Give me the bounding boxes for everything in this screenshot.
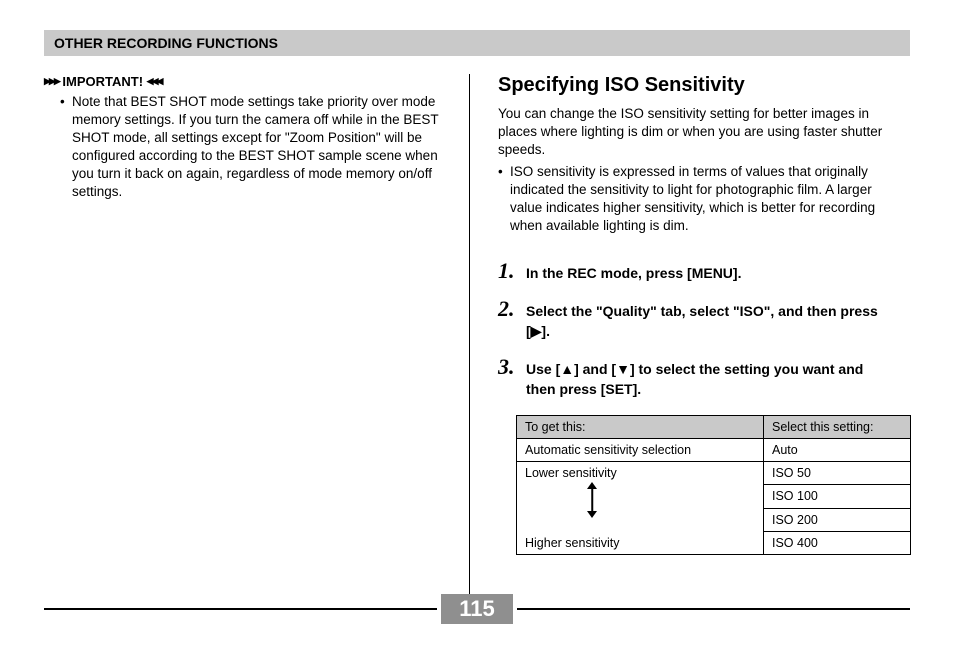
- manual-page: OTHER RECORDING FUNCTIONS ▶▶▶ IMPORTANT!…: [0, 0, 954, 646]
- table-cell-iso: ISO 200: [764, 508, 911, 531]
- section-header-text: OTHER RECORDING FUNCTIONS: [54, 35, 278, 51]
- step-item: 3. Use [▲] and [▼] to select the setting…: [498, 357, 895, 399]
- higher-sensitivity-label: Higher sensitivity: [525, 536, 619, 550]
- iso-bullet: • ISO sensitivity is expressed in terms …: [498, 163, 895, 235]
- step-item: 1. In the REC mode, press [MENU].: [498, 261, 895, 283]
- iso-heading: Specifying ISO Sensitivity: [498, 74, 895, 97]
- iso-table: To get this: Select this setting: Automa…: [516, 415, 911, 555]
- step-text: Select the "Quality" tab, select "ISO", …: [526, 299, 895, 341]
- table-header-left: To get this:: [517, 416, 764, 439]
- bullet-dot-icon: •: [60, 93, 72, 201]
- table-cell-sensitivity-range: Lower sensitivity Higher sensitivity: [517, 462, 764, 555]
- step-text: In the REC mode, press [MENU].: [526, 261, 895, 283]
- important-heading: ▶▶▶ IMPORTANT! ◀◀◀: [44, 74, 449, 89]
- page-number-badge: 115: [441, 594, 513, 624]
- lower-sensitivity-label: Lower sensitivity: [525, 466, 617, 480]
- triangle-left-icon: ◀◀◀: [147, 77, 162, 86]
- steps-list: 1. In the REC mode, press [MENU]. 2. Sel…: [498, 261, 895, 399]
- footer-line-right: [517, 608, 910, 610]
- table-header-right: Select this setting:: [764, 416, 911, 439]
- table-cell-iso: ISO 50: [764, 462, 911, 485]
- section-header-bar: OTHER RECORDING FUNCTIONS: [44, 30, 910, 56]
- important-bullet: • Note that BEST SHOT mode settings take…: [44, 93, 449, 201]
- table-cell-iso: ISO 400: [764, 531, 911, 554]
- iso-intro-text: You can change the ISO sensitivity setti…: [498, 105, 895, 159]
- step-number: 2.: [498, 299, 526, 341]
- two-column-layout: ▶▶▶ IMPORTANT! ◀◀◀ • Note that BEST SHOT…: [44, 74, 910, 614]
- footer-line-left: [44, 608, 437, 610]
- table-cell-auto-right: Auto: [764, 439, 911, 462]
- step-item: 2. Select the "Quality" tab, select "ISO…: [498, 299, 895, 341]
- step-number: 1.: [498, 261, 526, 283]
- important-label: IMPORTANT!: [62, 74, 143, 89]
- left-column: ▶▶▶ IMPORTANT! ◀◀◀ • Note that BEST SHOT…: [44, 74, 469, 614]
- step-number: 3.: [498, 357, 526, 399]
- step-text: Use [▲] and [▼] to select the setting yo…: [526, 357, 895, 399]
- page-footer: 115: [44, 594, 910, 624]
- table-cell-auto-left: Automatic sensitivity selection: [517, 439, 764, 462]
- double-arrow-icon: [572, 482, 612, 521]
- bullet-dot-icon: •: [498, 163, 510, 235]
- iso-bullet-text: ISO sensitivity is expressed in terms of…: [510, 163, 895, 235]
- triangle-right-icon: ▶▶▶: [44, 77, 59, 86]
- important-body-text: Note that BEST SHOT mode settings take p…: [72, 93, 449, 201]
- right-column: Specifying ISO Sensitivity You can chang…: [470, 74, 895, 614]
- table-cell-iso: ISO 100: [764, 485, 911, 508]
